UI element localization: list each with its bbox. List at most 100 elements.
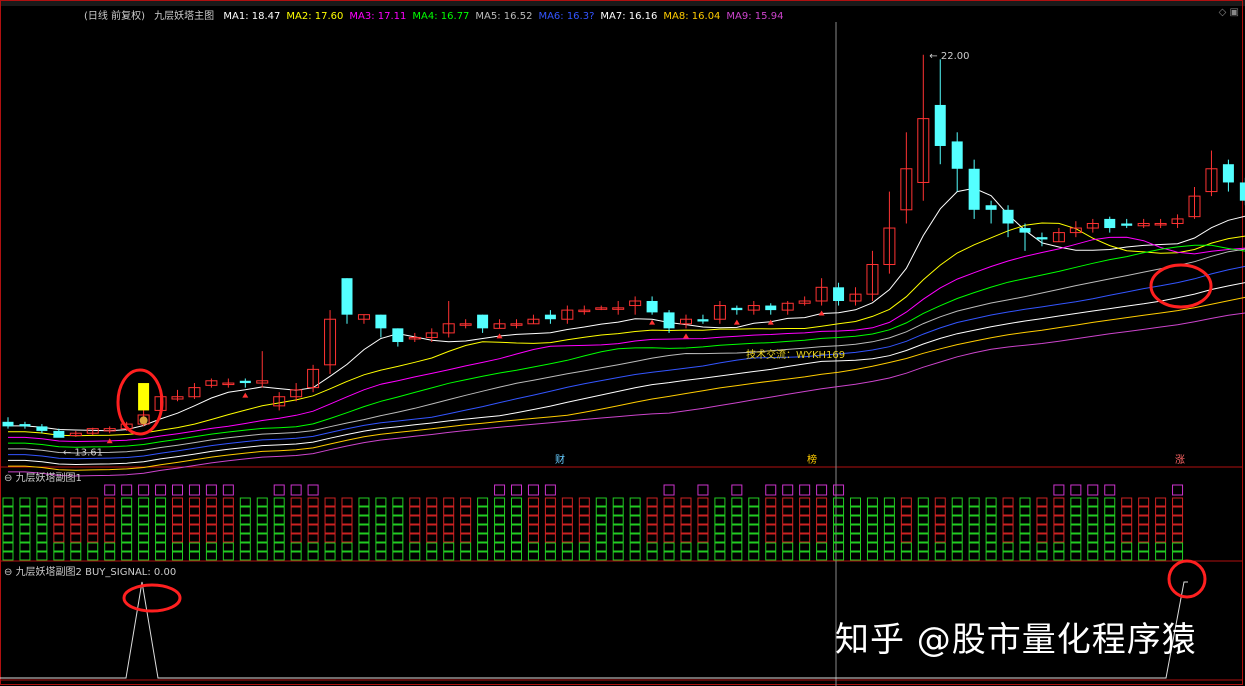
sub1-stack-cell — [765, 524, 777, 534]
sub1-stack-cell — [290, 506, 302, 516]
candle-body — [477, 314, 489, 329]
sub1-collapse-icon[interactable]: ⊖ — [4, 473, 16, 484]
sub1-stack-cell — [460, 506, 472, 516]
sub1-stack-cell — [527, 515, 539, 525]
sub1-stack-cell — [494, 542, 506, 552]
sub1-stack-cell — [307, 524, 319, 534]
sub1-stack-cell — [578, 551, 590, 561]
sub1-stack-cell — [70, 506, 82, 516]
sub2-collapse-icon[interactable]: ⊖ — [4, 567, 16, 578]
sub1-stack-cell — [2, 533, 14, 543]
sub1-stack-cell — [951, 497, 963, 507]
sub1-stack-cell — [138, 524, 150, 534]
sub1-stack-cell — [409, 551, 421, 561]
ma-line-4 — [8, 244, 1245, 448]
sub1-stack-cell — [104, 533, 116, 543]
candle-body — [19, 424, 31, 427]
sub1-stack-cell — [36, 524, 48, 534]
sub1-stack-cell — [544, 551, 556, 561]
sub1-purple-cell — [697, 484, 709, 496]
sub1-stack-cell — [917, 515, 929, 525]
sub1-stack-cell — [968, 515, 980, 525]
sub1-stack-cell — [222, 497, 234, 507]
sub1-stack-cell — [239, 533, 251, 543]
watermark: 知乎 @股市量化程序猿 — [835, 620, 1197, 660]
sub1-stack-cell — [1036, 542, 1048, 552]
sub1-stack-cell — [1172, 524, 1184, 534]
sub1-purple-cell — [138, 484, 150, 496]
up-arrow-icon — [242, 392, 249, 398]
sub1-stack-cell — [680, 497, 692, 507]
sub1-stack-cell — [629, 524, 641, 534]
sub1-stack-cell — [934, 524, 946, 534]
sub1-stack-cell — [358, 542, 370, 552]
sub1-stack-cell — [748, 533, 760, 543]
sub1-stack-cell — [460, 551, 472, 561]
sub1-stack-cell — [341, 497, 353, 507]
sub1-stack-cell — [138, 497, 150, 507]
sub1-stack-cell — [646, 497, 658, 507]
sub1-stack-cell — [341, 524, 353, 534]
sub1-stack-cell — [155, 506, 167, 516]
sub1-stack-cell — [1121, 551, 1133, 561]
sub1-stack-cell — [87, 506, 99, 516]
sub1-stack-cell — [731, 515, 743, 525]
sub1-stack-cell — [222, 515, 234, 525]
sub1-purple-cell — [188, 484, 200, 496]
sub1-purple-cell — [104, 484, 116, 496]
sub1-stack-cell — [1002, 542, 1014, 552]
sub1-stack-cell — [612, 506, 624, 516]
sub1-stack-cell — [460, 542, 472, 552]
sub1-stack-cell — [1172, 515, 1184, 525]
sub1-stack-cell — [850, 506, 861, 516]
sub1-purple-cell — [833, 484, 845, 496]
sub1-title-wrap: ⊖ 九层妖塔副图1 — [4, 469, 82, 484]
sub1-stack-cell — [1019, 497, 1031, 507]
sub1-stack-cell — [714, 515, 726, 525]
sub1-stack-cell — [155, 515, 167, 525]
sub1-stack-cell — [850, 533, 861, 543]
sub1-stack-cell — [460, 524, 472, 534]
sub1-stack-cell — [341, 533, 353, 543]
sub1-stack-cell — [307, 515, 319, 525]
sub1-stack-cell — [121, 542, 133, 552]
sub1-purple-cell — [494, 484, 506, 496]
sub1-stack-cell — [341, 515, 353, 525]
sub1-stack-cell — [968, 533, 980, 543]
sub1-stack-cell — [53, 515, 65, 525]
sub1-stack-cell — [1104, 515, 1116, 525]
sub1-stack-cell — [172, 515, 183, 525]
sub1-stack-cell — [19, 497, 31, 507]
ma-line-9 — [8, 312, 1245, 477]
sub1-stack-cell — [70, 551, 82, 561]
sub1-stack-cell — [612, 533, 624, 543]
sub1-stack-cell — [188, 533, 200, 543]
sub1-stack-cell — [1002, 506, 1014, 516]
sub1-stack-cell — [1155, 542, 1167, 552]
sub1-stack-cell — [799, 533, 811, 543]
sub1-stack-cell — [1121, 506, 1133, 516]
sub1-stack-cell — [1053, 524, 1065, 534]
sub1-stack-cell — [900, 542, 912, 552]
sub1-stack-cell — [155, 551, 167, 561]
sub1-stack-cell — [833, 551, 845, 561]
sub1-stack-cell — [2, 506, 14, 516]
sub1-purple-cell — [765, 484, 777, 496]
sub1-stack-cell — [595, 551, 607, 561]
sub1-stack-cell — [1104, 497, 1116, 507]
sub1-stack-cell — [816, 542, 828, 552]
sub1-stack-cell — [816, 515, 828, 525]
sub1-stack-cell — [121, 515, 133, 525]
sub1-stack-cell — [561, 542, 573, 552]
sub1-stack-cell — [358, 533, 370, 543]
sub1-stack-cell — [595, 515, 607, 525]
sub1-stack-cell — [375, 497, 387, 507]
sub1-stack-cell — [511, 542, 522, 552]
ma-line-6 — [8, 265, 1245, 460]
sub1-stack-cell — [612, 542, 624, 552]
sub1-stack-cell — [205, 506, 217, 516]
sub1-stack-cell — [511, 551, 522, 561]
sub1-purple-cell — [222, 484, 234, 496]
sub1-stack-cell — [36, 533, 48, 543]
sub1-stack-cell — [799, 524, 811, 534]
